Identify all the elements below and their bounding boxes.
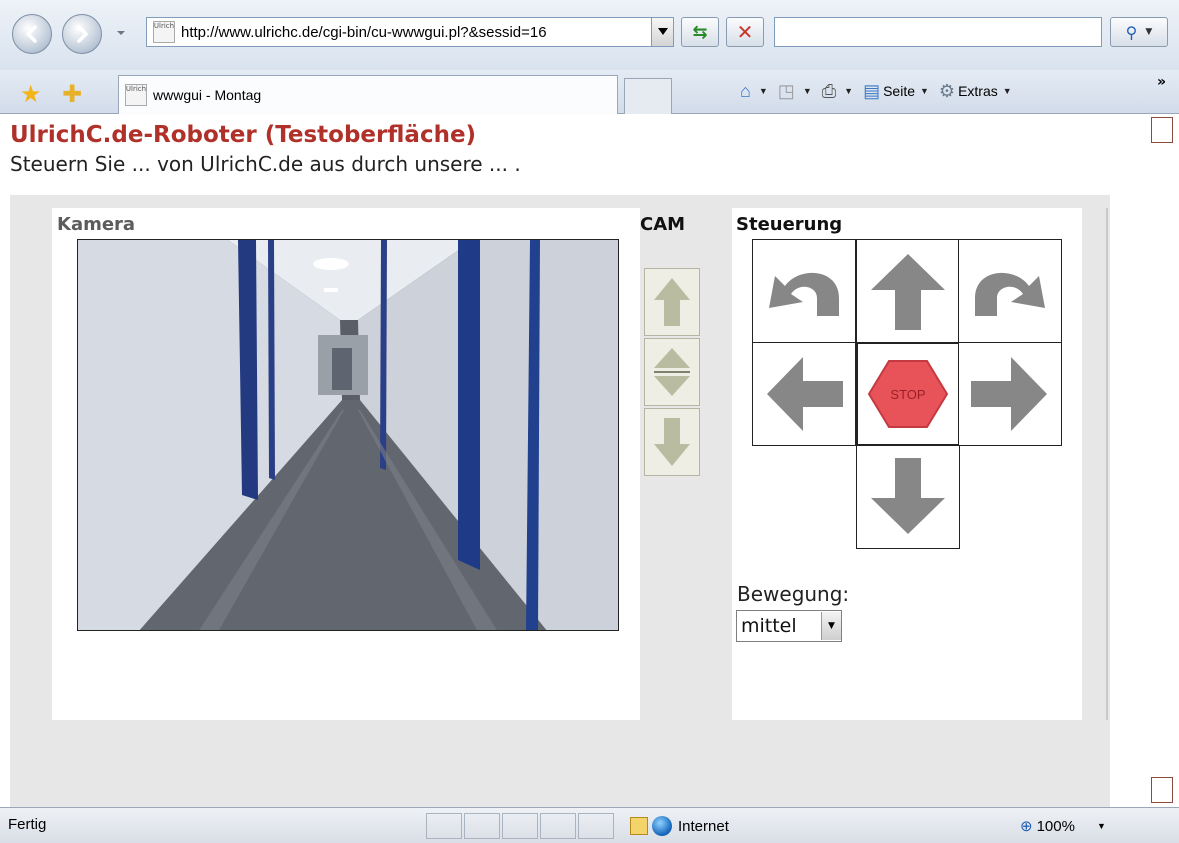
- chevron-down-icon: ▼: [1096, 821, 1106, 831]
- chevron-down-icon: ▼: [821, 612, 841, 640]
- chevron-down-icon: ▼: [802, 86, 812, 96]
- camera-image: [77, 239, 619, 631]
- chevron-down-icon: ▼: [1145, 27, 1153, 37]
- new-tab-button[interactable]: [624, 78, 672, 114]
- security-zone[interactable]: Internet: [630, 813, 729, 839]
- chevron-down-icon: ▼: [758, 86, 768, 96]
- panel-divider: [1106, 208, 1108, 720]
- arrow-up-icon: [654, 278, 690, 326]
- scroll-up-button[interactable]: [1151, 117, 1173, 143]
- history-dropdown-icon[interactable]: [116, 28, 126, 38]
- movement-label: Bewegung:: [737, 582, 850, 606]
- page-subtitle: Steuern Sie ... von UlrichC.de aus durch…: [10, 152, 521, 176]
- camera-header: Kamera: [57, 214, 136, 235]
- status-text: Fertig: [8, 816, 47, 833]
- page-icon: ▤: [863, 80, 881, 101]
- back-arrow-icon: [26, 25, 37, 43]
- tab-active[interactable]: Ulrich wwwgui - Montag: [118, 75, 618, 114]
- movement-value: mittel: [741, 615, 797, 637]
- arrow-down-icon: [871, 458, 945, 534]
- url-text[interactable]: http://www.ulrichc.de/cgi-bin/cu-wwwgui.…: [181, 24, 651, 41]
- page-menu-label: Seite: [883, 83, 915, 99]
- stop-label: STOP: [890, 387, 925, 402]
- left-button[interactable]: [752, 342, 856, 446]
- gear-icon: ⚙: [938, 80, 956, 101]
- zoom-label: 100%: [1036, 817, 1075, 835]
- cam-controls-header: CAM: [640, 214, 686, 235]
- tools-menu-label: Extras: [958, 83, 998, 99]
- steering-header: Steuerung: [736, 214, 843, 235]
- command-bar: ⌂ ▼ ◳ ▼ ⎙ ▼ ▤ Seite ▼ ⚙ Extras ▼: [740, 76, 1022, 106]
- zoom-icon: ⊕: [1020, 818, 1033, 835]
- right-button[interactable]: [958, 342, 1062, 446]
- tools-menu-button[interactable]: ⚙ Extras ▼: [939, 81, 1012, 102]
- print-button[interactable]: ⎙ ▼: [822, 81, 853, 102]
- tab-favicon-icon: Ulrich: [125, 84, 147, 106]
- globe-icon: [652, 816, 672, 836]
- protected-mode-icon: [630, 817, 648, 835]
- arrow-down-icon: [654, 418, 690, 466]
- arrow-right-icon: [971, 357, 1047, 431]
- feed-icon: ◳: [777, 80, 795, 101]
- scroll-down-button[interactable]: [1151, 777, 1173, 803]
- status-cell: [578, 813, 614, 839]
- add-favorite-icon[interactable]: ✚: [62, 80, 82, 108]
- arrow-up-icon: [871, 254, 945, 330]
- turn-right-icon: [975, 272, 1045, 316]
- backward-button[interactable]: [856, 445, 960, 549]
- page-menu-button[interactable]: ▤ Seite ▼: [863, 81, 929, 102]
- address-dropdown-button[interactable]: [651, 18, 673, 46]
- forward-button[interactable]: [62, 14, 102, 54]
- site-favicon-icon: Ulrich: [153, 21, 175, 43]
- status-cell: [464, 813, 500, 839]
- refresh-icon: ⇆: [692, 21, 708, 43]
- vertical-scrollbar[interactable]: [1147, 114, 1179, 807]
- chevron-down-icon: ▼: [1002, 86, 1012, 96]
- search-icon: ⚲: [1125, 22, 1138, 42]
- back-button[interactable]: [12, 14, 52, 54]
- status-cell: [540, 813, 576, 839]
- favorites-star-icon[interactable]: ★: [20, 80, 42, 108]
- home-button[interactable]: ⌂ ▼: [740, 81, 768, 102]
- close-icon: ✕: [736, 20, 754, 44]
- refresh-button[interactable]: ⇆: [681, 17, 719, 47]
- status-cell: [502, 813, 538, 839]
- tab-title: wwwgui - Montag: [153, 87, 262, 103]
- feeds-button[interactable]: ◳ ▼: [778, 81, 812, 102]
- zoom-control[interactable]: ⊕ 100% ▼: [1020, 813, 1106, 839]
- center-arrows-icon: [654, 348, 690, 396]
- stop-button[interactable]: STOP: [856, 342, 960, 446]
- stop-loading-button[interactable]: ✕: [726, 17, 764, 47]
- page-title: UlrichC.de-Roboter (Testoberfläche): [10, 122, 477, 148]
- zone-label: Internet: [678, 817, 729, 835]
- status-cell: [426, 813, 462, 839]
- printer-icon: ⎙: [821, 80, 837, 101]
- turn-left-button[interactable]: [752, 239, 856, 343]
- chevron-down-icon: ▼: [844, 86, 854, 96]
- cam-center-button[interactable]: [644, 338, 700, 406]
- movement-select[interactable]: mittel ▼: [736, 610, 842, 642]
- chevron-down-icon: [657, 28, 668, 35]
- chevron-down-icon: ▼: [920, 86, 929, 96]
- more-commands-icon[interactable]: »: [1157, 74, 1166, 90]
- home-icon: ⌂: [740, 80, 751, 101]
- turn-left-icon: [769, 272, 839, 316]
- forward-arrow-icon: [77, 25, 88, 43]
- forward-button-steer[interactable]: [856, 239, 960, 343]
- turn-right-button[interactable]: [958, 239, 1062, 343]
- search-input[interactable]: [774, 17, 1102, 47]
- cam-up-button[interactable]: [644, 268, 700, 336]
- address-bar[interactable]: Ulrich http://www.ulrichc.de/cgi-bin/cu-…: [146, 17, 674, 47]
- stop-sign-icon: STOP: [867, 360, 949, 428]
- search-button[interactable]: ⚲ ▼: [1110, 17, 1168, 47]
- cam-down-button[interactable]: [644, 408, 700, 476]
- arrow-left-icon: [767, 357, 843, 431]
